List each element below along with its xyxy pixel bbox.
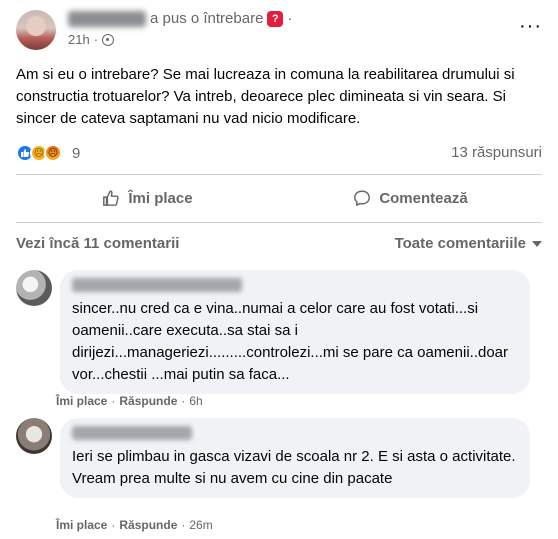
view-more-comments-link[interactable]: Vezi încă 11 comentarii	[16, 235, 179, 252]
comment-reply-button[interactable]: Răspunde	[119, 394, 177, 408]
divider	[16, 174, 542, 175]
author-action: a pus o întrebare	[150, 10, 264, 27]
audience-icon[interactable]	[102, 33, 115, 46]
comment-button-label: Comentează	[379, 189, 468, 207]
commenter-avatar[interactable]	[16, 418, 52, 454]
commenter-name-redacted[interactable]	[72, 426, 192, 440]
comments-header: Vezi încă 11 comentarii Toate comentarii…	[16, 235, 542, 257]
comment-bubble: Ieri se plimbau in gasca vizavi de scoal…	[60, 418, 530, 498]
meta-separator: ·	[93, 32, 99, 47]
angry-reaction-icon[interactable]: ☹	[44, 144, 62, 162]
post-meta: 21h ·	[68, 32, 115, 47]
like-button[interactable]: Îmi place	[16, 178, 279, 218]
answers-count[interactable]: 13 răspunsuri	[451, 144, 542, 161]
comment-text: Ieri se plimbau in gasca vizavi de scoal…	[72, 448, 516, 487]
separator: ·	[181, 518, 186, 532]
more-options-icon[interactable]: ···	[519, 16, 542, 36]
caret-down-icon	[532, 240, 542, 247]
commenter-name-redacted[interactable]	[72, 278, 242, 292]
divider	[16, 222, 542, 223]
commenter-avatar[interactable]	[16, 270, 52, 306]
author-avatar[interactable]	[16, 10, 56, 50]
separator: ·	[111, 394, 116, 408]
question-badge-icon: ?	[267, 10, 284, 27]
sort-label: Toate comentariile	[394, 235, 526, 252]
author-name-redacted[interactable]	[68, 10, 146, 27]
like-button-label: Îmi place	[128, 189, 193, 207]
comment-text: sincer..nu cred ca e vina..numai a celor…	[72, 300, 509, 383]
thumbs-up-icon	[103, 190, 120, 206]
action-bar: Îmi place Comentează	[16, 178, 542, 218]
comment-button[interactable]: Comentează	[279, 178, 542, 218]
comment-icon	[354, 190, 371, 206]
comment-like-button[interactable]: Îmi place	[56, 518, 107, 532]
comment-reply-button[interactable]: Răspunde	[119, 518, 177, 532]
comment-actions: Îmi place · Răspunde · 6h	[56, 394, 203, 408]
post-time[interactable]: 21h	[68, 32, 90, 47]
author-dot: ·	[287, 10, 293, 27]
comment-actions: Îmi place · Răspunde · 26m	[56, 518, 213, 532]
comment-bubble: sincer..nu cred ca e vina..numai a celor…	[60, 270, 530, 394]
comment-sort-dropdown[interactable]: Toate comentariile	[395, 235, 542, 252]
separator: ·	[111, 518, 116, 532]
author-row: a pus o întrebare ? ·	[68, 10, 292, 27]
post-header: a pus o întrebare ? · 21h · ···	[16, 8, 542, 56]
reactions-row: ☹ ☹ 9 13 răspunsuri	[16, 142, 542, 164]
comment-time[interactable]: 26m	[189, 518, 212, 532]
reactions-count[interactable]: 9	[72, 145, 80, 162]
comment-time[interactable]: 6h	[189, 394, 202, 408]
post-text: Am si eu o intrebare? Se mai lucreaza in…	[16, 66, 515, 127]
separator: ·	[181, 394, 186, 408]
avatar-face	[26, 16, 46, 36]
comment-like-button[interactable]: Îmi place	[56, 394, 107, 408]
